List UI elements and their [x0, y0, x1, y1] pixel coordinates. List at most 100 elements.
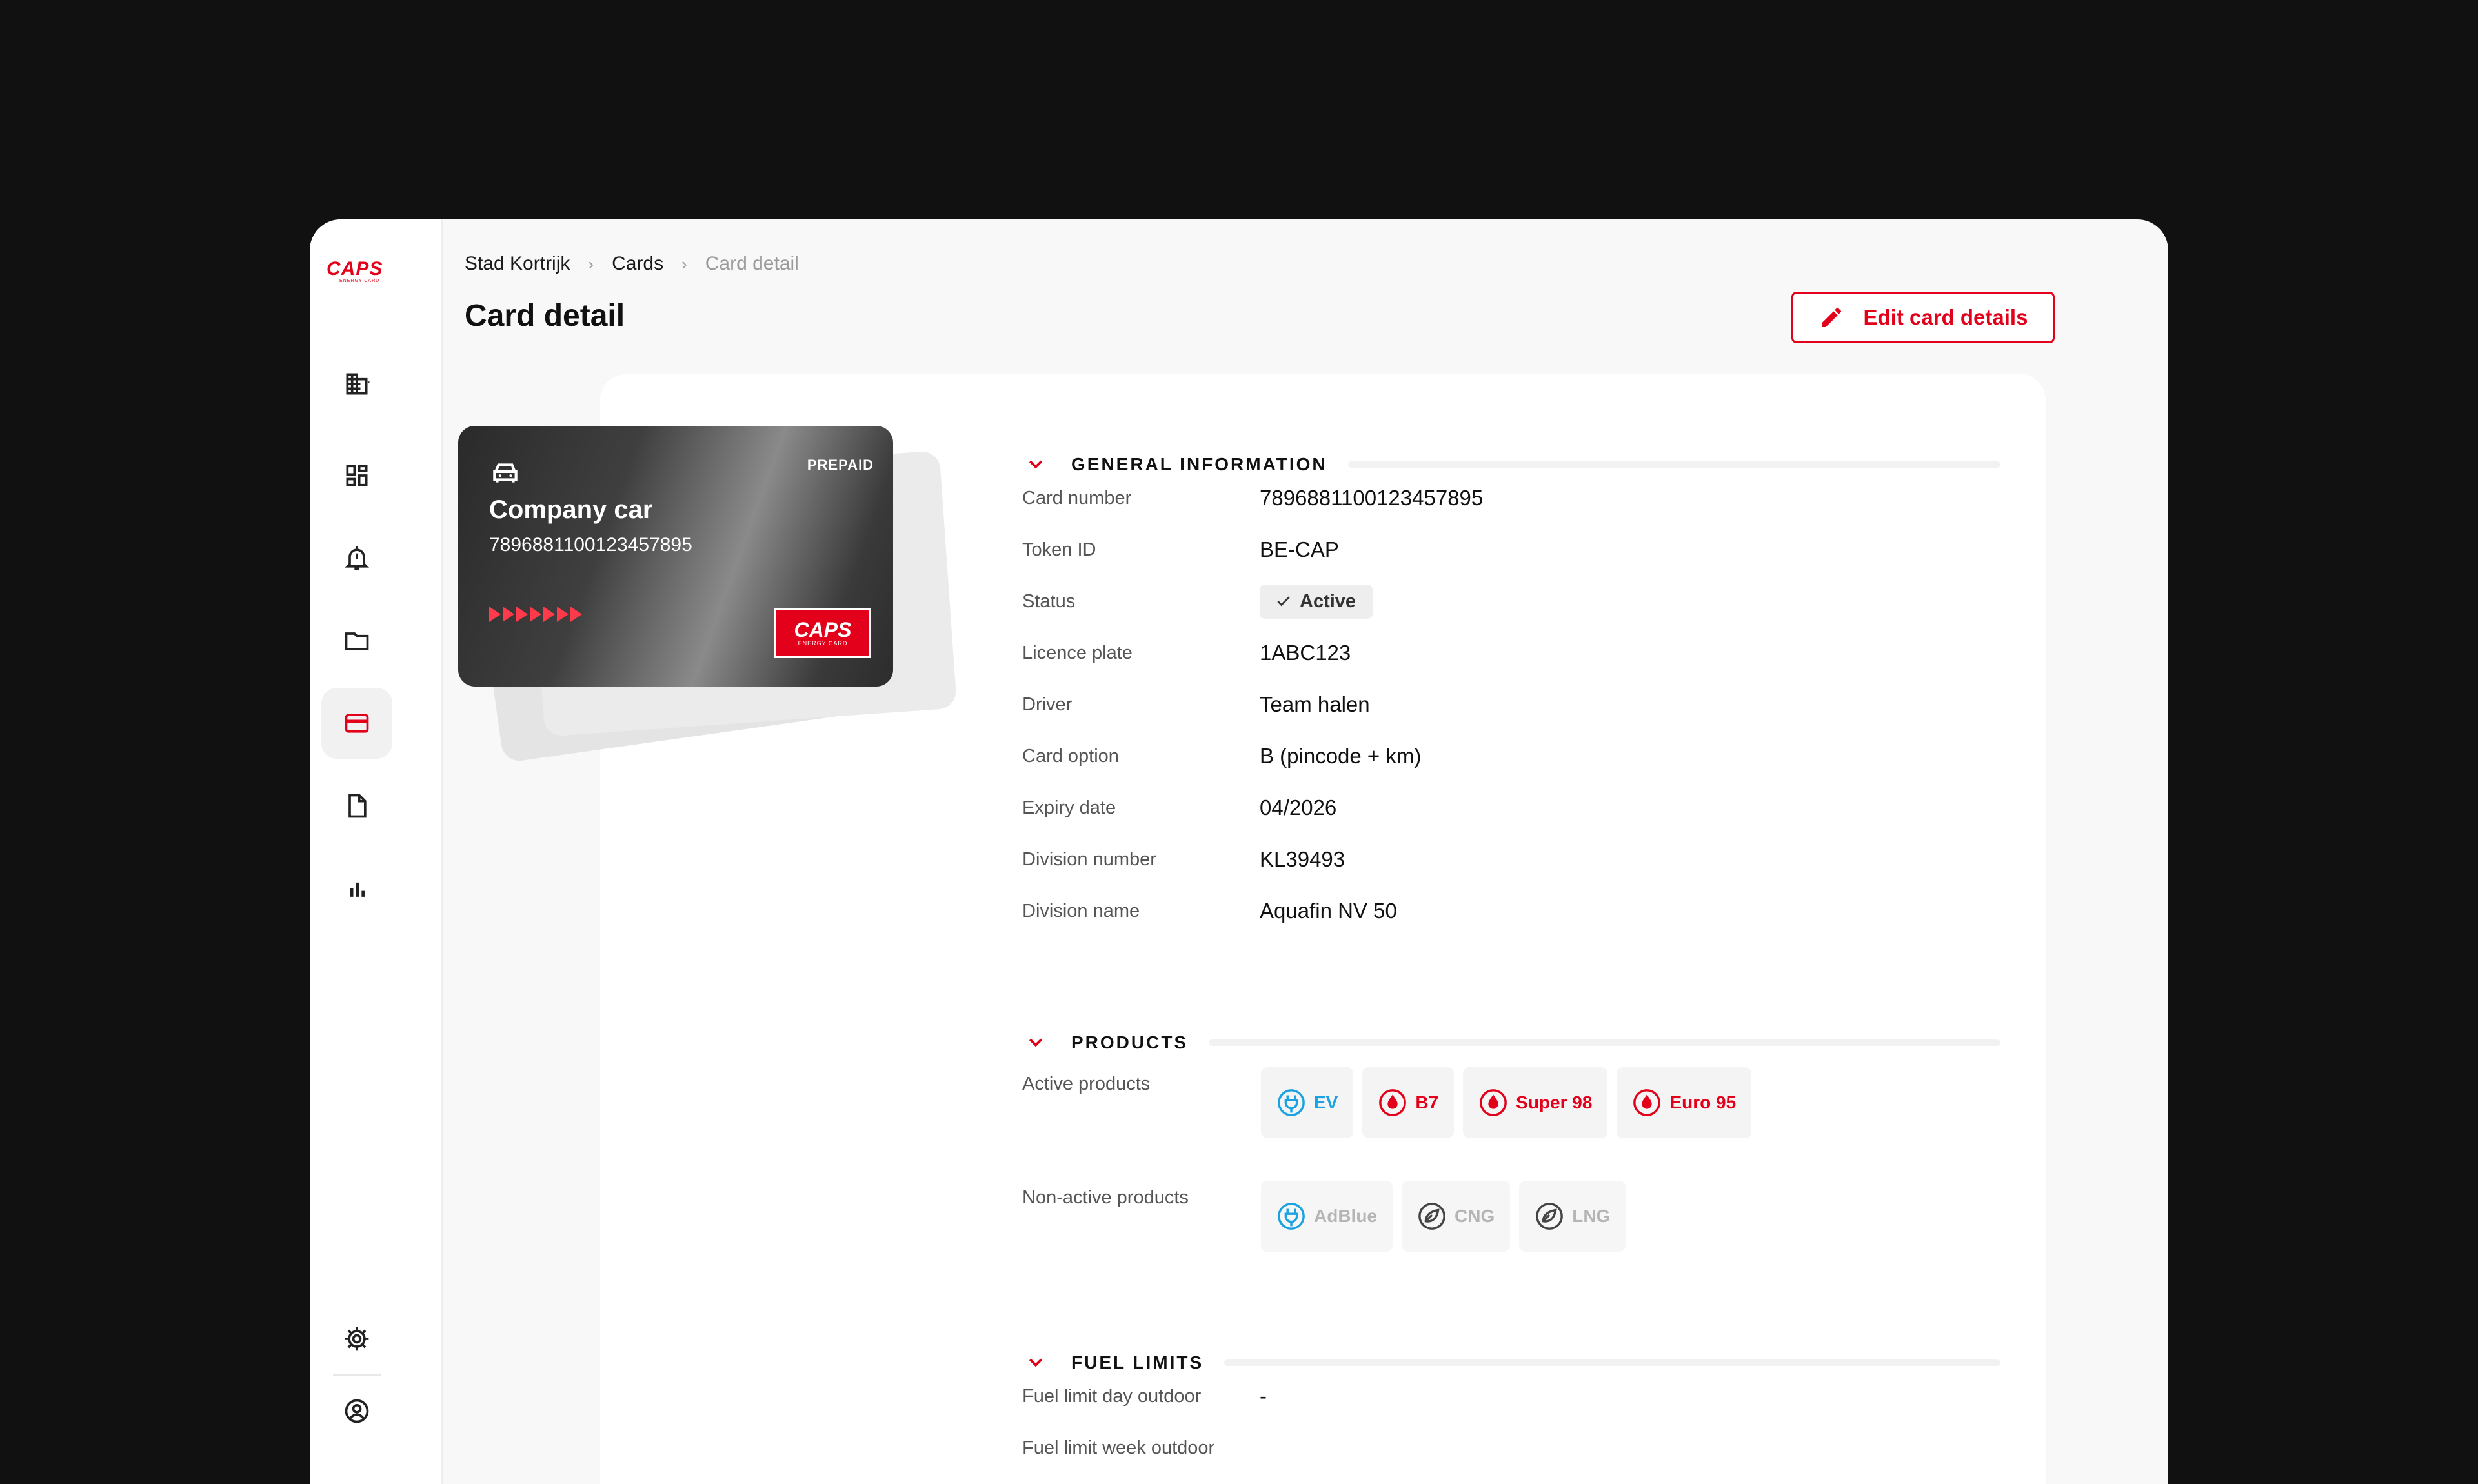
edit-card-details-button[interactable]: Edit card details	[1791, 292, 2055, 343]
fuel-limit-row: Fuel limit day outdoor -	[1022, 1381, 1267, 1412]
caps-logo[interactable]: CAPS ENERGY CARD	[327, 259, 391, 288]
info-value: KL39493	[1260, 847, 1345, 871]
info-row: Driver Team halen	[1022, 689, 1370, 720]
nav-reports[interactable]	[321, 853, 392, 924]
info-label: Licence plate	[1022, 642, 1133, 663]
fuel-drop-icon	[1480, 1089, 1507, 1116]
info-row: Status Active	[1022, 584, 1373, 619]
non-active-products-list: AdBlue CNG LNG	[1261, 1181, 1626, 1252]
section-title: GENERAL INFORMATION	[1071, 454, 1327, 474]
app-window: CAPS ENERGY CARD Stad Kortrijk › Cards ›…	[310, 219, 2168, 1484]
fuel-drop-icon	[1633, 1089, 1661, 1116]
nav-settings[interactable]	[321, 1303, 392, 1374]
info-value: 1ABC123	[1260, 641, 1351, 665]
info-label: Division name	[1022, 900, 1140, 921]
info-label: Card option	[1022, 745, 1119, 767]
building-icon	[346, 373, 370, 395]
general-information-header[interactable]: GENERAL INFORMATION	[1026, 452, 2000, 477]
info-label: Expiry date	[1022, 797, 1116, 818]
product-label: AdBlue	[1314, 1206, 1377, 1226]
fuel-limits-header[interactable]: FUEL LIMITS	[1026, 1350, 2000, 1376]
info-label: Driver	[1022, 694, 1073, 715]
nav-alerts[interactable]	[321, 523, 392, 594]
info-value: -	[1260, 1384, 1267, 1408]
breadcrumb: Stad Kortrijk › Cards › Card detail	[465, 253, 799, 275]
info-label: Token ID	[1022, 539, 1096, 560]
check-icon	[1277, 596, 1290, 607]
nav-dashboard[interactable]	[321, 440, 392, 511]
product-chip-cng: CNG	[1402, 1181, 1511, 1252]
section-divider	[1224, 1359, 2000, 1366]
product-chip-euro-95: Euro 95	[1617, 1067, 1752, 1138]
logo-text: CAPS	[327, 258, 383, 279]
document-icon	[348, 794, 367, 818]
info-value: B (pincode + km)	[1260, 744, 1422, 768]
card-visual: PREPAID Company car 7896881100123457895 …	[458, 426, 958, 763]
logo-subtext: ENERGY CARD	[339, 279, 380, 283]
chevron-right-icon: ›	[681, 254, 687, 274]
pencil-icon	[1821, 308, 1841, 327]
card-caps-logo: CAPS ENERGY CARD	[774, 608, 871, 658]
info-label: Status	[1022, 590, 1076, 612]
card-type-label: PREPAID	[807, 457, 874, 473]
product-chip-lng: LNG	[1519, 1181, 1626, 1252]
product-chip-adblue: AdBlue	[1261, 1181, 1393, 1252]
ev-plug-icon	[1278, 1203, 1305, 1230]
product-label: LNG	[1572, 1206, 1611, 1226]
bar-chart-icon	[350, 882, 365, 897]
product-label: Euro 95	[1669, 1092, 1737, 1112]
status-badge: Active	[1260, 584, 1373, 619]
chevron-down-icon	[1029, 460, 1043, 469]
nav-cards[interactable]	[321, 688, 392, 759]
chevron-down-icon	[1029, 1358, 1043, 1367]
page-title: Card detail	[465, 299, 625, 333]
gas-icon	[1418, 1203, 1446, 1230]
info-value: Team halen	[1260, 692, 1370, 716]
product-label: EV	[1314, 1092, 1338, 1112]
non-active-products-label: Non-active products	[1022, 1187, 1189, 1208]
info-row: Division name Aquafin NV 50	[1022, 896, 1397, 927]
card-name: Company car	[489, 496, 653, 524]
chevron-right-icon: ›	[588, 254, 594, 274]
info-value: 04/2026	[1260, 796, 1337, 819]
organization-switcher[interactable]	[321, 348, 392, 419]
card-logo-subtext: ENERGY CARD	[798, 640, 848, 647]
alarm-icon	[344, 546, 370, 570]
product-chip-b7: B7	[1362, 1067, 1455, 1138]
nav-profile[interactable]	[321, 1376, 392, 1447]
info-row: Card option B (pincode + km)	[1022, 741, 1421, 772]
info-label: Card number	[1022, 487, 1132, 508]
breadcrumb-organization[interactable]: Stad Kortrijk	[465, 253, 570, 275]
folder-icon	[345, 632, 369, 650]
card-number: 7896881100123457895	[489, 534, 692, 556]
info-label: Fuel limit week outdoor	[1022, 1437, 1215, 1458]
product-label: B7	[1415, 1092, 1439, 1112]
section-title: FUEL LIMITS	[1071, 1352, 1204, 1372]
product-label: CNG	[1455, 1206, 1495, 1226]
card-icon	[345, 714, 369, 733]
info-value: Aquafin NV 50	[1260, 899, 1397, 923]
products-header[interactable]: PRODUCTS	[1026, 1030, 2000, 1056]
info-row: Token ID BE-CAP	[1022, 534, 1339, 565]
card-logo-text: CAPS	[794, 618, 852, 641]
section-title: PRODUCTS	[1071, 1032, 1189, 1052]
breadcrumb-cards[interactable]: Cards	[612, 253, 663, 275]
active-products-list: EV B7 Super 98 Euro 95	[1261, 1067, 1752, 1138]
dashboard-icon	[346, 465, 368, 486]
gas-icon	[1536, 1203, 1564, 1230]
breadcrumb-current: Card detail	[705, 253, 799, 274]
sidebar: CAPS ENERGY CARD	[310, 219, 443, 1484]
product-chip-super-98: Super 98	[1463, 1067, 1608, 1138]
nav-documents[interactable]	[321, 770, 392, 841]
nav-files[interactable]	[321, 605, 392, 676]
info-value: 7896881100123457895	[1260, 486, 1484, 510]
info-value: BE-CAP	[1260, 537, 1339, 561]
info-row: Expiry date 04/2026	[1022, 792, 1336, 823]
info-row: Card number 7896881100123457895	[1022, 483, 1483, 514]
active-products-label: Active products	[1022, 1074, 1151, 1094]
edit-button-label: Edit card details	[1863, 305, 2028, 329]
fuel-limit-row: Fuel limit week outdoor	[1022, 1432, 1260, 1463]
chevron-down-icon	[1029, 1038, 1043, 1047]
car-icon	[493, 463, 518, 483]
ev-plug-icon	[1278, 1089, 1305, 1116]
